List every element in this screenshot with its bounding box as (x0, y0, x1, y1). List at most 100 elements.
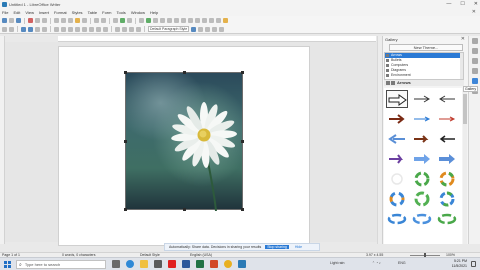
store-icon[interactable] (154, 260, 162, 268)
styles-deck-icon[interactable] (472, 68, 478, 74)
close-window-button[interactable]: ✕ (474, 1, 478, 7)
windows-start-icon[interactable] (4, 261, 11, 268)
file-explorer-icon[interactable] (140, 260, 148, 268)
insert-table-icon[interactable] (139, 18, 144, 23)
new-document-icon[interactable] (2, 18, 7, 23)
contour-icon[interactable] (103, 26, 108, 32)
resize-handle-top[interactable] (183, 71, 186, 74)
special-character-icon[interactable] (181, 18, 186, 23)
gallery-item-arrow-line-left[interactable] (436, 90, 458, 108)
gallery-item-arrow-purple[interactable] (386, 150, 408, 168)
properties-deck-icon[interactable] (472, 48, 478, 54)
paste-icon[interactable] (68, 18, 73, 23)
gallery-item-arrow-faint[interactable] (386, 170, 408, 188)
menu-insert[interactable]: Insert (39, 10, 49, 15)
insert-comment-icon[interactable] (202, 18, 207, 23)
insert-text-box-icon[interactable] (160, 18, 165, 23)
youtube-icon[interactable] (168, 260, 176, 268)
resize-handle-bottom-right[interactable] (241, 208, 244, 211)
daisy-image[interactable] (124, 71, 244, 212)
icon-view-icon[interactable] (386, 81, 390, 85)
insert-page-break-icon[interactable] (167, 18, 172, 23)
taskbar-clock[interactable]: 5:21 PM 11/5/2021 (452, 259, 467, 269)
gallery-deck-icon[interactable] (472, 78, 478, 84)
gallery-item-circular-orange-green[interactable] (436, 170, 458, 188)
menu-form[interactable]: Form (102, 10, 111, 15)
flip-vertical-icon[interactable] (205, 26, 211, 32)
resize-handle-top-right[interactable] (241, 71, 244, 74)
gallery-item-arrow-brown-right[interactable] (411, 130, 433, 148)
align-center-icon[interactable] (28, 26, 33, 32)
maximize-button[interactable]: ☐ (460, 1, 464, 7)
resize-handle-top-left[interactable] (124, 71, 127, 74)
task-view-icon[interactable] (112, 260, 120, 268)
gallery-item-arrow-outline-right[interactable] (386, 90, 408, 108)
gallery-item-arrow-line-right[interactable] (411, 90, 433, 108)
menu-window[interactable]: Window (131, 10, 145, 15)
open-icon[interactable] (9, 18, 14, 23)
anchor-icon[interactable] (191, 26, 197, 32)
menu-styles[interactable]: Styles (72, 10, 83, 15)
minimize-button[interactable]: — (446, 1, 451, 7)
document-area[interactable] (5, 42, 377, 246)
paragraph-style-box[interactable]: Default Paragraph Style (148, 26, 190, 32)
menu-tools[interactable]: Tools (116, 10, 125, 15)
cut-icon[interactable] (54, 18, 59, 23)
word-icon[interactable] (182, 260, 190, 268)
menu-format[interactable]: Format (54, 10, 67, 15)
in-background-icon[interactable] (96, 26, 101, 32)
gallery-item-arrow-blue-block-2[interactable] (436, 150, 458, 168)
gallery-scrollbar[interactable] (463, 88, 467, 244)
resize-handle-left[interactable] (124, 140, 127, 143)
flip-horizontal-icon[interactable] (212, 26, 218, 32)
track-changes-icon[interactable] (209, 18, 214, 23)
undo-icon[interactable] (94, 18, 99, 23)
set-paragraph-style-icon[interactable] (2, 26, 7, 32)
close-document-icon[interactable]: ✕ (472, 9, 476, 15)
clone-formatting-icon[interactable] (75, 18, 80, 23)
notification-icon[interactable] (471, 261, 476, 267)
save-icon[interactable] (16, 18, 21, 23)
menu-edit[interactable]: Edit (13, 10, 20, 15)
sidebar-menu-icon[interactable] (472, 38, 478, 44)
optimal-wrap-icon[interactable] (68, 26, 73, 32)
forward-one-icon[interactable] (122, 26, 127, 32)
resize-handle-bottom[interactable] (183, 208, 186, 211)
formatting-marks-icon[interactable] (127, 18, 132, 23)
clear-formatting-icon[interactable] (82, 18, 87, 23)
redo-icon[interactable] (101, 18, 106, 23)
excel-icon[interactable] (196, 260, 204, 268)
new-theme-button[interactable]: New Theme... (389, 44, 463, 51)
gallery-item-arrow-red-thin[interactable] (436, 110, 458, 128)
insert-field-icon[interactable] (174, 18, 179, 23)
gallery-item-circular-green[interactable] (411, 170, 433, 188)
back-one-icon[interactable] (129, 26, 134, 32)
find-replace-icon[interactable] (113, 18, 118, 23)
gallery-item-circular-blue[interactable] (386, 190, 408, 208)
gallery-item-arrow-blue-thin[interactable] (411, 110, 433, 128)
resize-handle-right[interactable] (241, 140, 244, 143)
close-sidebar-icon[interactable]: ✕ (461, 36, 465, 42)
menu-table[interactable]: Table (88, 10, 98, 15)
menu-help[interactable]: Help (150, 10, 158, 15)
insert-hyperlink-icon[interactable] (188, 18, 193, 23)
resize-handle-bottom-left[interactable] (124, 208, 127, 211)
rotate-icon[interactable] (198, 26, 204, 32)
detailed-view-icon[interactable] (391, 81, 395, 85)
gallery-item-oval-green[interactable] (436, 210, 458, 228)
wrap-left-icon[interactable] (75, 26, 80, 32)
basic-shapes-icon[interactable] (223, 18, 228, 23)
gallery-scrollbar-thumb[interactable] (463, 94, 467, 124)
gallery-item-oval-blue[interactable] (386, 210, 408, 228)
gallery-item-circular-multi[interactable] (436, 190, 458, 208)
gallery-theme-list[interactable]: Arrows Bullets Computers Diagrams Enviro… (384, 52, 464, 80)
gallery-item-arrow-black-left[interactable] (436, 130, 458, 148)
theme-list-scrollbar[interactable] (460, 53, 463, 79)
properties-icon[interactable] (219, 26, 225, 32)
edge-browser-icon[interactable] (126, 260, 134, 268)
wrap-right-icon[interactable] (82, 26, 87, 32)
copy-icon[interactable] (61, 18, 66, 23)
menu-view[interactable]: View (25, 10, 34, 15)
wrap-through-icon[interactable] (89, 26, 94, 32)
export-pdf-icon[interactable] (28, 18, 33, 23)
